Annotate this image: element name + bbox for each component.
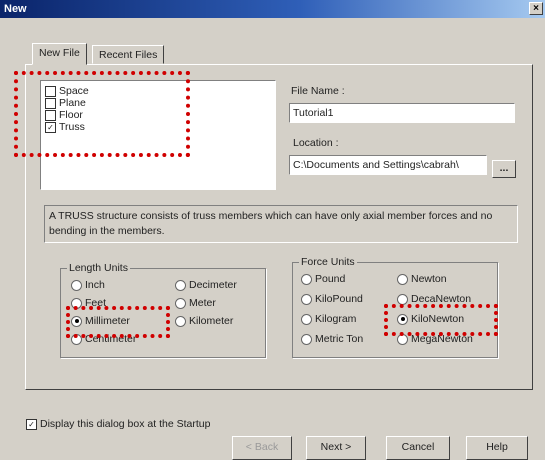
radio-button-icon[interactable]: [301, 293, 312, 305]
radio-button-icon[interactable]: [175, 315, 186, 327]
structure-description: A TRUSS structure consists of truss memb…: [44, 205, 518, 243]
list-item-plane[interactable]: Plane: [45, 97, 86, 109]
radio-label: Newton: [411, 273, 447, 285]
title-bar: New ×: [0, 0, 545, 18]
radio-label: Feet: [85, 297, 107, 309]
location-input[interactable]: C:\Documents and Settings\cabrah\: [289, 155, 487, 175]
force-units-group: Force Units Pound KiloPound Kilogram Met…: [292, 256, 498, 358]
location-label: Location :: [293, 137, 339, 149]
radio-meganewton[interactable]: MegaNewton: [397, 333, 473, 345]
radio-button-icon[interactable]: [397, 333, 408, 345]
radio-label: Kilogram: [315, 313, 357, 325]
list-item-truss[interactable]: ✓ Truss: [45, 121, 85, 133]
radio-label: Metric Ton: [315, 333, 364, 345]
checkbox-icon[interactable]: [45, 97, 56, 109]
checkbox-checked-icon[interactable]: ✓: [45, 121, 56, 133]
startup-checkbox-label: Display this dialog box at the Startup: [40, 418, 211, 430]
cancel-button[interactable]: Cancel: [386, 436, 450, 460]
list-item-label: Truss: [59, 121, 85, 133]
radio-label: Meter: [189, 297, 216, 309]
tab-recent-files[interactable]: Recent Files: [92, 45, 165, 64]
list-item-label: Plane: [59, 97, 86, 109]
radio-button-icon[interactable]: [397, 273, 408, 285]
radio-millimeter[interactable]: Millimeter: [71, 315, 130, 327]
radio-button-icon[interactable]: [301, 333, 312, 345]
radio-decimeter[interactable]: Decimeter: [175, 279, 237, 291]
radio-button-icon[interactable]: [175, 297, 186, 309]
list-item-label: Space: [59, 85, 89, 97]
checkbox-icon[interactable]: [45, 109, 56, 121]
tab-new-file[interactable]: New File: [32, 43, 87, 65]
radio-label: Inch: [85, 279, 105, 291]
radio-kilonewton[interactable]: KiloNewton: [397, 313, 464, 325]
back-button[interactable]: < Back: [232, 436, 292, 460]
radio-label: Pound: [315, 273, 346, 285]
radio-button-icon[interactable]: [397, 293, 408, 305]
radio-label: KiloNewton: [411, 313, 465, 325]
radio-button-selected-icon[interactable]: [397, 313, 408, 325]
radio-button-icon[interactable]: [71, 333, 82, 345]
help-button[interactable]: Help: [466, 436, 528, 460]
radio-kilometer[interactable]: Kilometer: [175, 315, 233, 327]
structure-type-list[interactable]: Space Plane Floor ✓ Truss: [40, 80, 276, 190]
file-name-label: File Name :: [291, 85, 345, 97]
radio-centimeter[interactable]: Centimeter: [71, 333, 136, 345]
radio-button-icon[interactable]: [301, 313, 312, 325]
radio-feet[interactable]: Feet: [71, 297, 106, 309]
length-units-group: Length Units Inch Feet Millimeter Centim…: [60, 262, 266, 358]
radio-metric-ton[interactable]: Metric Ton: [301, 333, 363, 345]
length-units-title: Length Units: [67, 262, 130, 274]
browse-button[interactable]: ...: [492, 160, 516, 178]
file-name-input[interactable]: Tutorial1: [289, 103, 515, 123]
list-item-space[interactable]: Space: [45, 85, 89, 97]
radio-label: KiloPound: [315, 293, 363, 305]
radio-kilopound[interactable]: KiloPound: [301, 293, 363, 305]
radio-label: Millimeter: [85, 315, 130, 327]
radio-button-icon[interactable]: [71, 279, 82, 291]
close-button[interactable]: ×: [529, 2, 543, 15]
list-item-floor[interactable]: Floor: [45, 109, 83, 121]
radio-decanewton[interactable]: DecaNewton: [397, 293, 471, 305]
radio-kilogram[interactable]: Kilogram: [301, 313, 356, 325]
checkbox-checked-icon[interactable]: ✓: [26, 418, 37, 430]
radio-label: MegaNewton: [411, 333, 473, 345]
list-item-label: Floor: [59, 109, 83, 121]
force-units-title: Force Units: [299, 256, 357, 268]
radio-button-selected-icon[interactable]: [71, 315, 82, 327]
radio-label: Centimeter: [85, 333, 137, 345]
radio-newton[interactable]: Newton: [397, 273, 447, 285]
window-title: New: [4, 3, 27, 15]
radio-button-icon[interactable]: [71, 297, 82, 309]
radio-button-icon[interactable]: [175, 279, 186, 291]
startup-checkbox[interactable]: ✓ Display this dialog box at the Startup: [26, 418, 210, 430]
next-button[interactable]: Next >: [306, 436, 366, 460]
radio-meter[interactable]: Meter: [175, 297, 216, 309]
radio-inch[interactable]: Inch: [71, 279, 105, 291]
radio-label: Decimeter: [189, 279, 237, 291]
radio-label: Kilometer: [189, 315, 234, 327]
radio-label: DecaNewton: [411, 293, 472, 305]
checkbox-icon[interactable]: [45, 85, 56, 97]
radio-button-icon[interactable]: [301, 273, 312, 285]
radio-pound[interactable]: Pound: [301, 273, 345, 285]
